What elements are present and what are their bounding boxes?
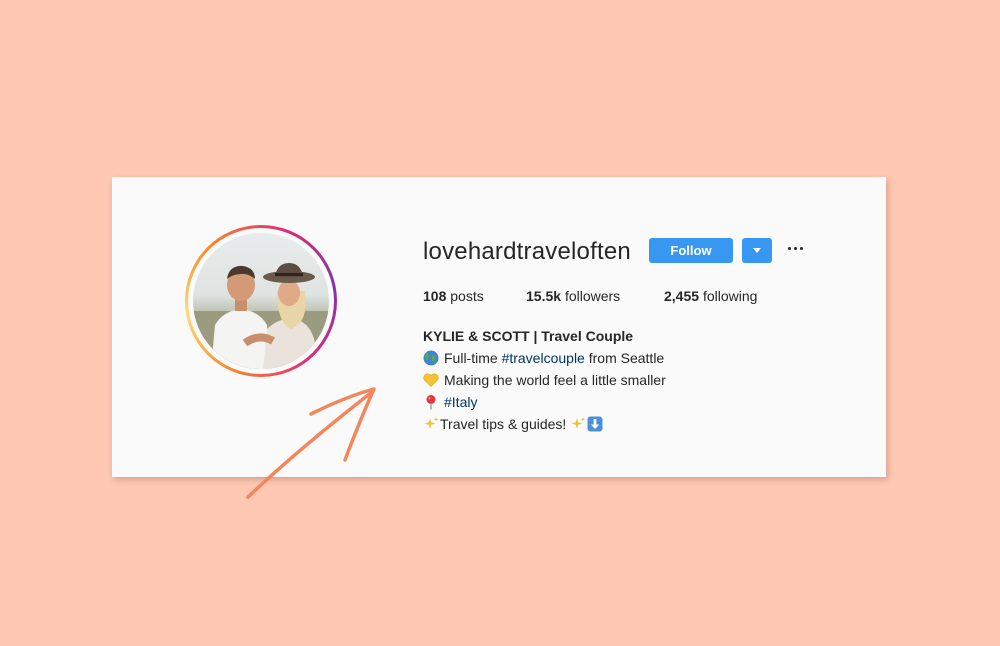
pointing-arrow-icon bbox=[246, 387, 376, 499]
